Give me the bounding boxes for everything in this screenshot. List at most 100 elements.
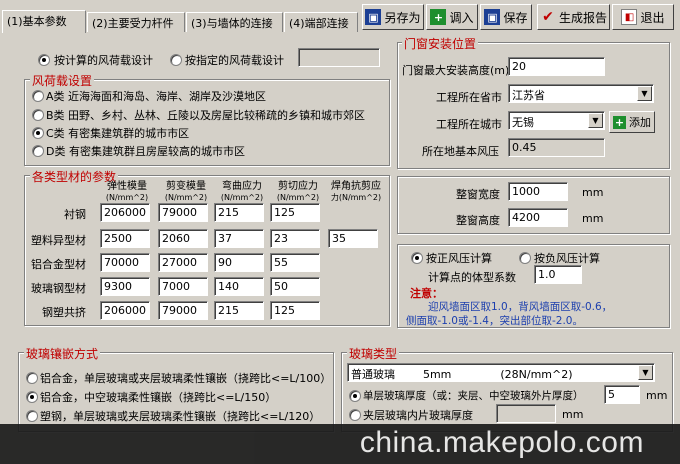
positive-pressure-radio[interactable]	[411, 252, 423, 264]
load-computed-label: 按计算的风荷载设计	[54, 54, 153, 67]
shape-coef-input[interactable]: 1.0	[534, 265, 582, 284]
material-value-input[interactable]: 79000	[158, 301, 208, 320]
glazing-option-3-radio[interactable]	[26, 410, 38, 422]
glazing-group-title: 玻璃镶嵌方式	[24, 345, 101, 362]
city-label: 工程所在城市	[436, 118, 502, 131]
tab-label: (2)主要受力杆件	[92, 17, 174, 30]
inner-glass-unit: mm	[562, 408, 584, 421]
wind-option-a-label: A类 近海海面和海岛、海岸、湖岸及沙漠地区	[46, 90, 267, 103]
width-label: 整窗宽度	[456, 188, 500, 201]
green-plus-icon: +	[613, 115, 626, 129]
material-value-input[interactable]: 50	[270, 277, 320, 296]
save-disk-icon: ▣	[365, 9, 382, 25]
material-value-input[interactable]: 70000	[100, 253, 150, 272]
material-value-input[interactable]: 27000	[158, 253, 208, 272]
material-value-input[interactable]: 215	[214, 203, 264, 222]
glass-group-title: 玻璃类型	[347, 345, 400, 362]
shape-coef-label: 计算点的体型系数	[428, 271, 516, 284]
material-name: 衬钢	[64, 208, 86, 221]
material-value-input[interactable]: 90	[214, 253, 264, 272]
material-value-input[interactable]: 215	[214, 301, 264, 320]
material-value-input[interactable]: 9300	[100, 277, 150, 296]
material-name: 钢塑共挤	[42, 306, 86, 319]
glazing-option-1-radio[interactable]	[26, 372, 38, 384]
install-group-title: 门窗安装位置	[402, 35, 479, 52]
height-unit: mm	[582, 212, 604, 225]
material-value-input[interactable]: 7000	[158, 277, 208, 296]
glazing-option-2-label: 铝合金，中空玻璃柔性镶嵌（挠跨比<=L/150）	[40, 391, 277, 404]
city-value: 无锡	[512, 116, 534, 129]
material-value-input[interactable]: 125	[270, 301, 320, 320]
wind-option-d-radio[interactable]	[32, 145, 44, 157]
install-height-input[interactable]: 20	[508, 57, 605, 76]
window-height-input[interactable]: 4200	[508, 208, 568, 227]
material-value-input[interactable]: 140	[214, 277, 264, 296]
material-value-input[interactable]: 35	[328, 229, 378, 248]
material-value-input[interactable]: 2060	[158, 229, 208, 248]
material-name: 铝合金型材	[31, 258, 86, 271]
generate-report-button[interactable]: ✔ 生成报告	[537, 4, 610, 30]
single-glass-unit: mm	[646, 389, 668, 402]
negative-pressure-label: 按负风压计算	[534, 252, 600, 265]
load-computed-radio[interactable]	[38, 54, 50, 66]
save-button[interactable]: ▣ 保存	[480, 4, 532, 30]
glazing-option-2-radio[interactable]	[26, 391, 38, 403]
load-specified-label: 按指定的风荷载设计	[185, 54, 284, 67]
width-unit: mm	[582, 186, 604, 199]
button-label: 保存	[503, 10, 528, 25]
glazing-option-3-label: 塑钢，单层玻璃或夹层玻璃柔性镶嵌（挠跨比<=L/120）	[40, 410, 321, 423]
note-line-2: 侧面取-1.0或-1.4，突出部位取-2.0。	[406, 315, 583, 327]
inner-glass-thickness-input[interactable]	[496, 404, 556, 423]
inner-glass-radio[interactable]	[349, 409, 361, 421]
material-value-input[interactable]: 206000	[100, 301, 150, 320]
province-value: 江苏省	[512, 89, 545, 102]
save-as-button[interactable]: ▣ 另存为	[362, 4, 424, 30]
chevron-down-icon[interactable]: ▼	[637, 86, 652, 101]
material-value-input[interactable]: 55	[270, 253, 320, 272]
province-select[interactable]: 江苏省 ▼	[508, 84, 654, 103]
negative-pressure-radio[interactable]	[519, 252, 531, 264]
tab-basic-params[interactable]: (1)基本参数	[2, 10, 86, 33]
wind-option-a-radio[interactable]	[32, 90, 44, 102]
tab-wall-connection[interactable]: (3)与墙体的连接	[186, 12, 283, 32]
chevron-down-icon[interactable]: ▼	[638, 365, 653, 380]
button-label: 退出	[640, 10, 665, 25]
material-value-input[interactable]: 23	[270, 229, 320, 248]
wind-group-title: 风荷载设置	[30, 72, 95, 89]
button-label: 另存为	[384, 10, 421, 25]
install-height-label: 门窗最大安装高度(m)	[402, 64, 510, 77]
exit-button[interactable]: ◧ 退出	[612, 4, 674, 30]
glass-type-select[interactable]: 普通玻璃 5mm (28N/mm^2) ▼	[347, 363, 655, 382]
city-select[interactable]: 无锡 ▼	[508, 111, 605, 130]
tab-main-members[interactable]: (2)主要受力杆件	[87, 12, 185, 32]
check-icon: ✔	[542, 9, 554, 25]
material-value-input[interactable]: 37	[214, 229, 264, 248]
wind-option-c-label: C类 有密集建筑群的城市市区	[46, 127, 190, 140]
material-value-input[interactable]: 125	[270, 203, 320, 222]
base-pressure-label: 所在地基本风压	[422, 145, 499, 158]
tab-label: (1)基本参数	[7, 15, 67, 28]
chevron-down-icon[interactable]: ▼	[588, 113, 603, 128]
material-value-input[interactable]: 206000	[100, 203, 150, 222]
add-city-button[interactable]: + 添加	[609, 111, 655, 133]
tab-label: (3)与墙体的连接	[191, 17, 273, 30]
green-plus-icon: +	[430, 9, 447, 25]
wind-option-c-radio[interactable]	[32, 127, 44, 139]
col-header-shear: 剪切应力 (N/mm^2)	[276, 181, 320, 202]
col-header-bending: 弯曲应力 (N/mm^2)	[220, 181, 264, 202]
import-button[interactable]: + 调入	[426, 4, 478, 30]
single-glass-thickness-input[interactable]: 5	[604, 385, 640, 404]
tab-end-connection[interactable]: (4)端部连接	[284, 12, 358, 32]
material-value-input[interactable]: 2500	[100, 229, 150, 248]
specified-load-input[interactable]	[298, 48, 380, 67]
wind-option-b-radio[interactable]	[32, 109, 44, 121]
material-name: 塑料异型材	[31, 234, 86, 247]
load-specified-radio[interactable]	[170, 54, 182, 66]
window-width-input[interactable]: 1000	[508, 182, 568, 201]
base-pressure-field: 0.45	[508, 138, 605, 157]
height-label: 整窗高度	[456, 214, 500, 227]
tab-label: (4)端部连接	[289, 17, 349, 30]
watermark-text: china.makepolo.com	[359, 426, 644, 459]
material-value-input[interactable]: 79000	[158, 203, 208, 222]
single-glass-radio[interactable]	[349, 390, 361, 402]
